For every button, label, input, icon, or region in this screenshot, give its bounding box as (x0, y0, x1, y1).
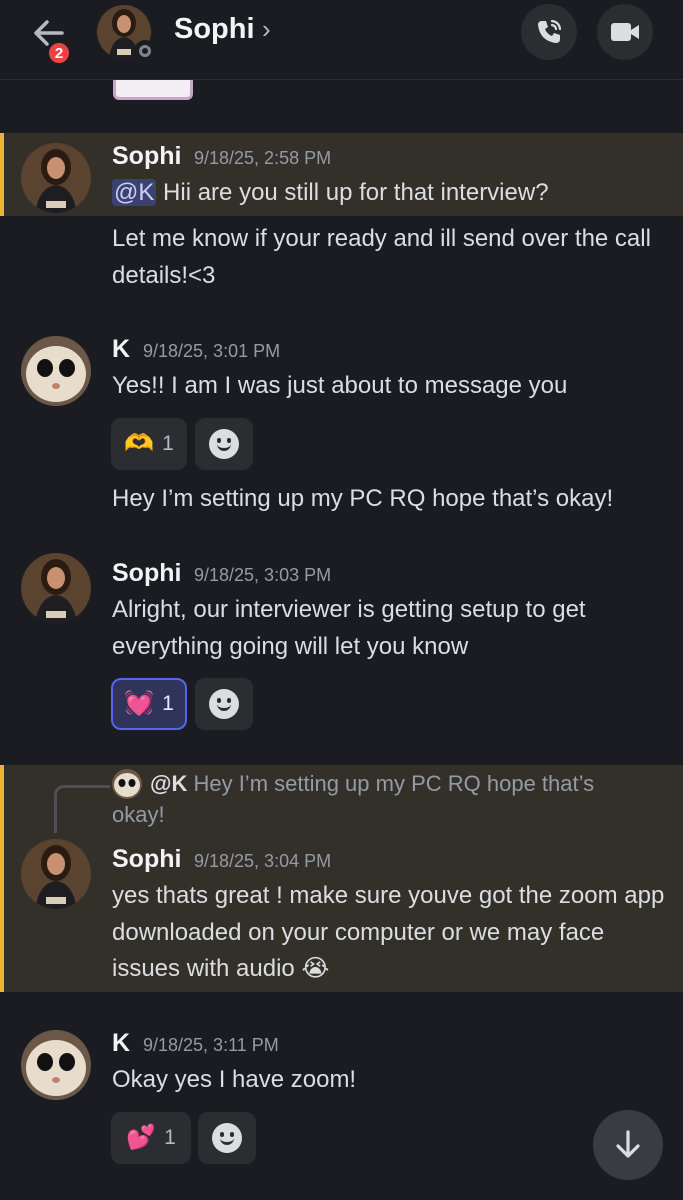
add-reaction-icon (212, 1123, 242, 1153)
message-author[interactable]: Sophi (112, 845, 181, 874)
voice-call-button[interactable] (521, 4, 577, 60)
sophi-avatar[interactable] (21, 839, 91, 909)
phone-call-icon (538, 19, 562, 43)
unread-badge: 2 (46, 40, 72, 66)
message-text: yes thats great ! make sure youve got th… (112, 882, 665, 982)
reply-preview[interactable]: @K Hey I’m setting up my PC RQ hope that… (112, 768, 652, 830)
message-timestamp: 9/18/25, 3:01 PM (143, 341, 281, 361)
reaction-count: 1 (162, 432, 174, 455)
k-avatar[interactable] (21, 1030, 91, 1100)
message-text: Yes!! I am I was just about to message y… (112, 372, 568, 399)
heart-hands-emoji: 🫶 (124, 430, 155, 457)
status-offline-indicator (134, 40, 156, 62)
arrow-down-icon (616, 1130, 640, 1158)
message-text: @K Hii are you still up for that intervi… (112, 179, 549, 206)
message-author[interactable]: Sophi (112, 142, 181, 171)
message-timestamp: 9/18/25, 2:58 PM (194, 148, 332, 168)
message-text: Let me know if your ready and ill send o… (112, 225, 651, 289)
chevron-right-icon[interactable]: › (262, 14, 271, 45)
message-text: Okay yes I have zoom! (112, 1066, 357, 1093)
add-reaction-icon (209, 429, 239, 459)
add-reaction-button[interactable] (198, 1112, 256, 1164)
reaction-button[interactable]: 💓 1 (111, 678, 187, 730)
reaction-count: 1 (164, 1126, 176, 1149)
message-timestamp: 9/18/25, 3:03 PM (194, 565, 332, 585)
message-timestamp: 9/18/25, 3:04 PM (194, 851, 332, 871)
reaction-count: 1 (162, 692, 174, 715)
k-avatar[interactable] (21, 336, 91, 406)
contact-name[interactable]: Sophi (174, 13, 255, 46)
add-reaction-button[interactable] (195, 678, 253, 730)
beating-heart-emoji: 💓 (124, 690, 155, 717)
message-text: Hey I’m setting up my PC RQ hope that’s … (112, 485, 614, 512)
message-text: Alright, our interviewer is getting setu… (112, 596, 586, 660)
reaction-button[interactable]: 🫶 1 (111, 418, 187, 470)
message-author[interactable]: Sophi (112, 559, 181, 588)
two-hearts-emoji: 💕 (126, 1124, 157, 1151)
video-camera-icon (611, 23, 639, 41)
message-author[interactable]: K (112, 1029, 130, 1058)
jump-to-present-button[interactable] (593, 1110, 663, 1180)
reply-connector (54, 785, 110, 833)
user-mention[interactable]: @K (112, 179, 157, 206)
message-timestamp: 9/18/25, 3:11 PM (143, 1035, 279, 1055)
add-reaction-button[interactable] (195, 418, 253, 470)
sophi-avatar[interactable] (21, 553, 91, 623)
video-call-button[interactable] (597, 4, 653, 60)
add-reaction-icon (209, 689, 239, 719)
reply-mention: @K (150, 771, 188, 796)
message-author[interactable]: K (112, 335, 130, 364)
reaction-button[interactable]: 💕 1 (111, 1112, 191, 1164)
chat-header: 2 Sophi › (0, 0, 683, 80)
attachment-image-preview[interactable] (113, 80, 193, 100)
sophi-avatar[interactable] (21, 143, 91, 213)
